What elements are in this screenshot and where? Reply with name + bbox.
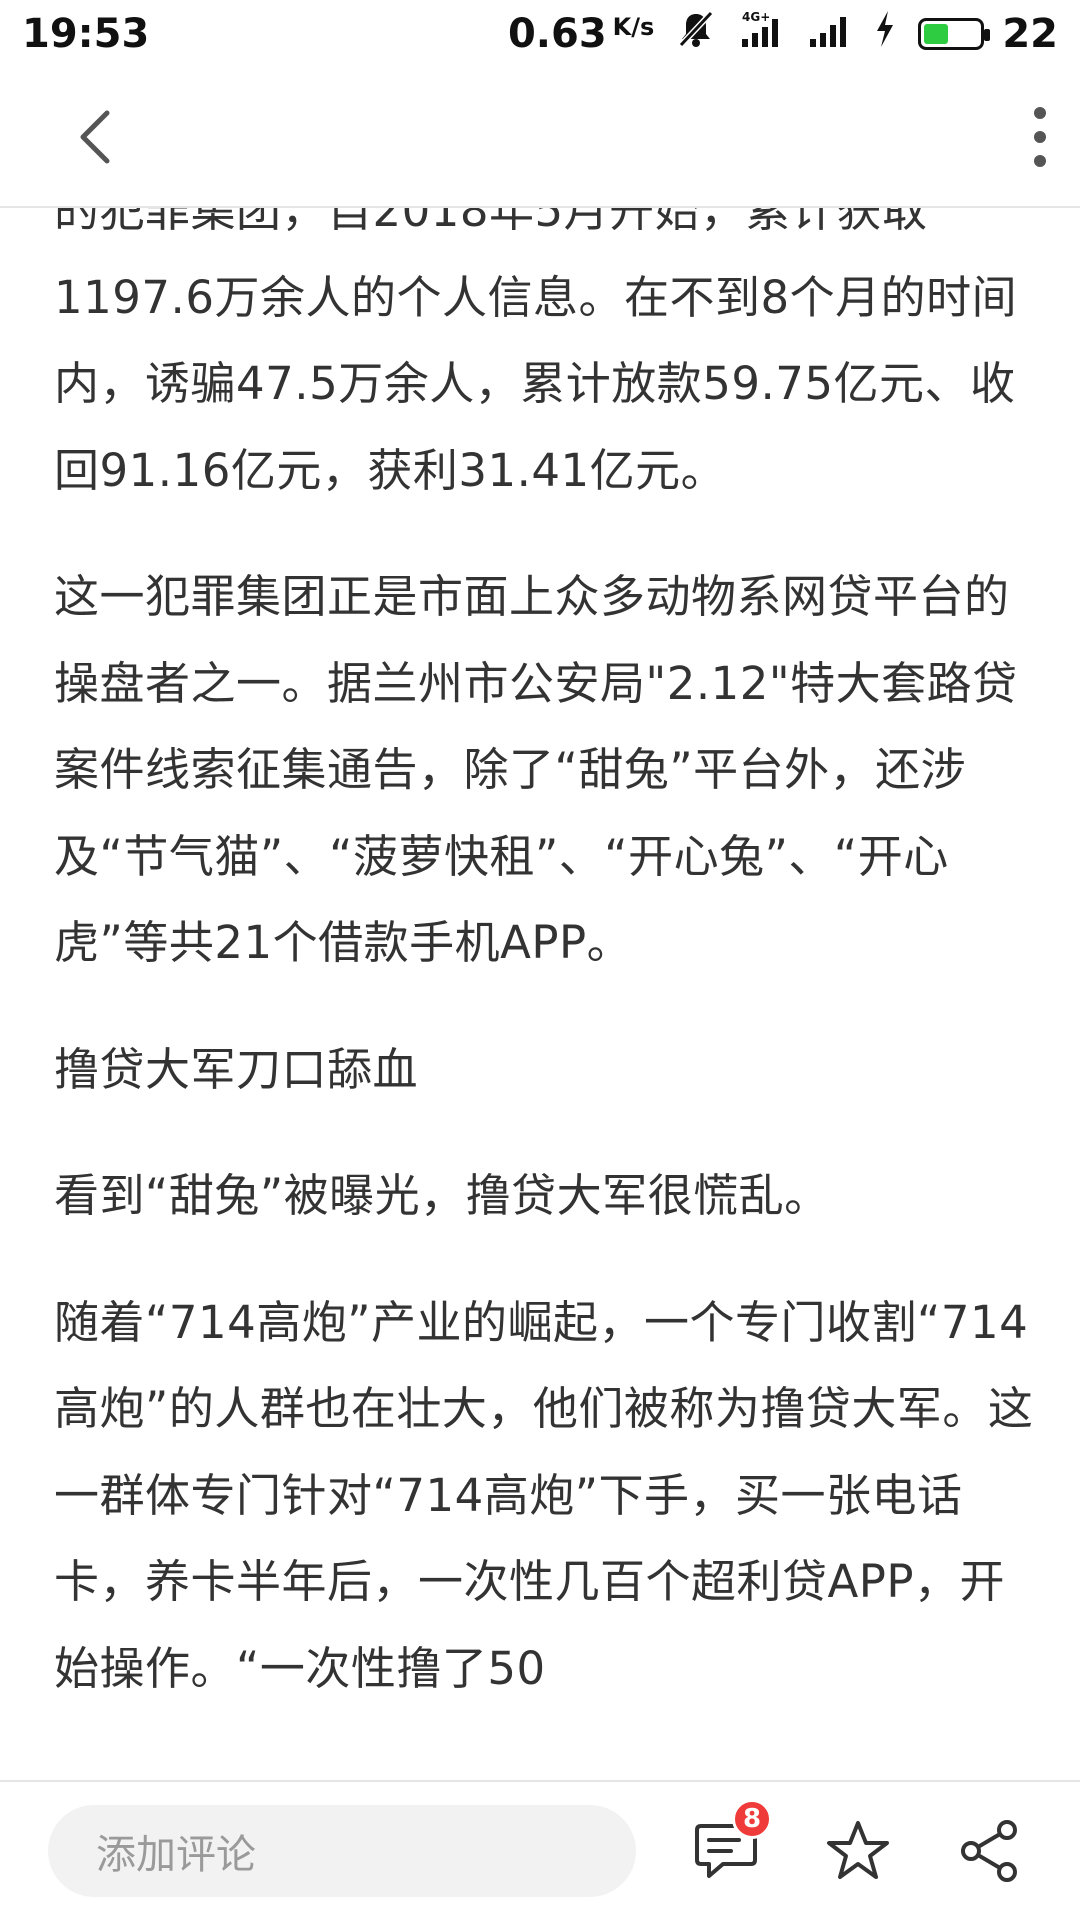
network-speed-value: 0.63 <box>507 11 607 57</box>
network-speed: 0.63 K/s <box>508 11 654 57</box>
battery-level: 22 <box>1002 11 1058 57</box>
action-buttons: 8 <box>686 1799 1030 1891</box>
back-button[interactable] <box>50 92 140 182</box>
comment-placeholder: 添加评论 <box>96 1832 256 1878</box>
star-icon <box>827 1821 889 1879</box>
battery-indicator: 22 <box>918 11 1058 57</box>
status-time: 19:53 <box>22 11 150 57</box>
network-speed-unit: K/s <box>612 13 655 41</box>
status-bar: 19:53 0.63 K/s 4G+ 22 <box>0 0 1080 68</box>
article-paragraph: 看到“甜兔”被曝光，撸贷大军很慌乱。 <box>54 1169 830 1222</box>
network-type-label: 4G+ <box>742 10 770 24</box>
article-paragraph: 这一犯罪集团正是市面上众多动物系网贷平台的操盘者之一。据兰州市公安局"2.12"… <box>54 570 1018 969</box>
article-paragraph: 随着“714高炮”产业的崛起，一个专门收割“714高炮”的人群也在壮大，他们被称… <box>54 1295 1034 1695</box>
comment-input[interactable]: 添加评论 <box>48 1805 636 1897</box>
charging-icon <box>874 9 896 59</box>
comment-count-badge: 8 <box>732 1799 772 1839</box>
signal-4g-icon: 4G+ <box>738 9 786 59</box>
top-nav-bar <box>0 68 1080 208</box>
article-paragraph: 的犯罪集团，自2018年5月开始，累计获取1197.6万余人的个人信息。在不到8… <box>54 184 1018 497</box>
favorite-button[interactable] <box>818 1811 898 1891</box>
more-options-button[interactable] <box>960 92 1050 182</box>
battery-fill <box>924 24 949 44</box>
signal-icon <box>808 9 852 59</box>
mute-icon <box>676 9 716 59</box>
status-icons: 0.63 K/s 4G+ 22 <box>508 9 1058 59</box>
battery-icon <box>918 18 991 50</box>
article-body: 的犯罪集团，自2018年5月开始，累计获取1197.6万余人的个人信息。在不到8… <box>54 168 1034 1752</box>
article-subheading: 撸贷大军刀口舔血 <box>54 1042 419 1096</box>
bottom-action-bar: 添加评论 8 <box>0 1780 1080 1920</box>
share-icon <box>961 1820 1017 1882</box>
more-vertical-icon <box>1034 107 1046 167</box>
chevron-left-icon <box>80 110 110 164</box>
share-button[interactable] <box>950 1811 1030 1891</box>
comments-button[interactable]: 8 <box>686 1799 772 1891</box>
article-content[interactable]: 的犯罪集团，自2018年5月开始，累计获取1197.6万余人的个人信息。在不到8… <box>0 160 1080 1780</box>
